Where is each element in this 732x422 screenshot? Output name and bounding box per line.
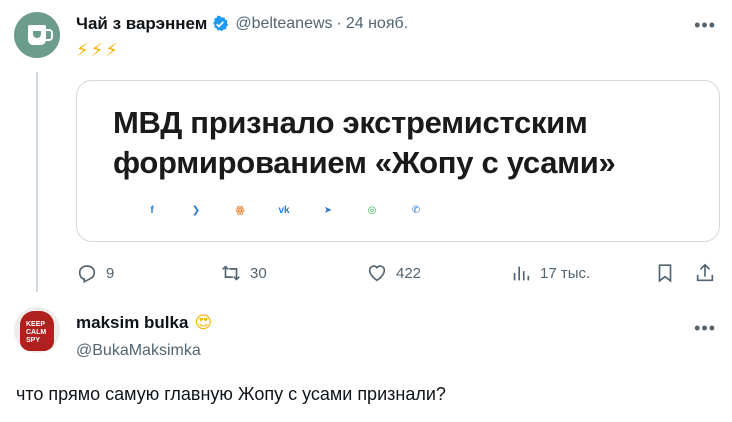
separator-dot: · xyxy=(336,15,342,32)
vk-icon: vk xyxy=(278,205,290,216)
bookmark-button[interactable] xyxy=(654,262,676,284)
more-options-icon[interactable]: ••• xyxy=(694,16,716,34)
reply-author-name[interactable]: maksim bulka xyxy=(76,313,188,333)
retweet-icon xyxy=(222,265,240,281)
views-count: 17 тыс. xyxy=(540,264,591,282)
retweet-button[interactable]: 30 xyxy=(220,262,267,284)
author-name[interactable]: Чай з варэннем xyxy=(76,14,207,34)
like-button[interactable]: 422 xyxy=(366,262,421,284)
tweet-header: Чай з варэннем @belteanews · 24 нояб. xyxy=(76,14,408,34)
odnoklassniki-icon: ꙮ xyxy=(235,205,245,216)
reply-icon xyxy=(78,265,96,284)
reply-author-avatar[interactable]: KEEP CALM SPY xyxy=(14,307,60,353)
reply-header: maksim bulka 😍 xyxy=(76,313,212,333)
verified-badge-icon xyxy=(213,15,229,32)
heart-eyes-emoji: 😍 xyxy=(194,313,213,332)
reply-count: 9 xyxy=(106,264,115,282)
viber-icon: ✆ xyxy=(411,205,421,216)
author-handle[interactable]: @belteanews xyxy=(235,15,332,33)
telegram-icon: ➤ xyxy=(323,205,333,216)
link-card[interactable]: МВД признало экстремистским формирование… xyxy=(76,80,720,242)
share-icon xyxy=(696,263,714,282)
share-button[interactable] xyxy=(694,262,716,284)
facebook-icon: f xyxy=(150,205,154,216)
reply-author-handle[interactable]: @BukaMaksimka xyxy=(76,342,201,360)
reply-button[interactable]: 9 xyxy=(76,262,114,284)
retweet-count: 30 xyxy=(250,264,267,282)
thread-line xyxy=(36,72,38,292)
reply-more-options-icon[interactable]: ••• xyxy=(694,319,716,337)
card-headline-line-2: формированием «Жопу с усами» xyxy=(113,145,616,180)
tweet-date[interactable]: 24 нояб. xyxy=(346,15,408,33)
twitter-icon: ❯ xyxy=(191,205,201,216)
views-button[interactable]: 17 тыс. xyxy=(510,262,590,284)
share-icons-row: f ❯ ꙮ vk ➤ ◎ ✆ xyxy=(130,205,438,216)
avatar-text: KEEP CALM SPY xyxy=(26,321,47,344)
card-headline: МВД признало экстремистским формирование… xyxy=(113,103,616,183)
reply-text: что прямо самую главную Жопу с усами при… xyxy=(16,384,446,404)
tweet-text: ⚡⚡⚡ xyxy=(76,40,120,60)
cup-icon xyxy=(28,25,53,45)
bookmark-icon xyxy=(658,264,672,283)
whatsapp-icon: ◎ xyxy=(367,205,377,216)
author-avatar[interactable] xyxy=(14,12,60,58)
views-icon xyxy=(513,266,530,281)
card-headline-line-1: МВД признало экстремистским xyxy=(113,105,588,140)
like-count: 422 xyxy=(396,264,422,282)
tweet-actions: 9 30 422 17 тыс. xyxy=(76,262,720,286)
heart-icon xyxy=(368,265,386,282)
